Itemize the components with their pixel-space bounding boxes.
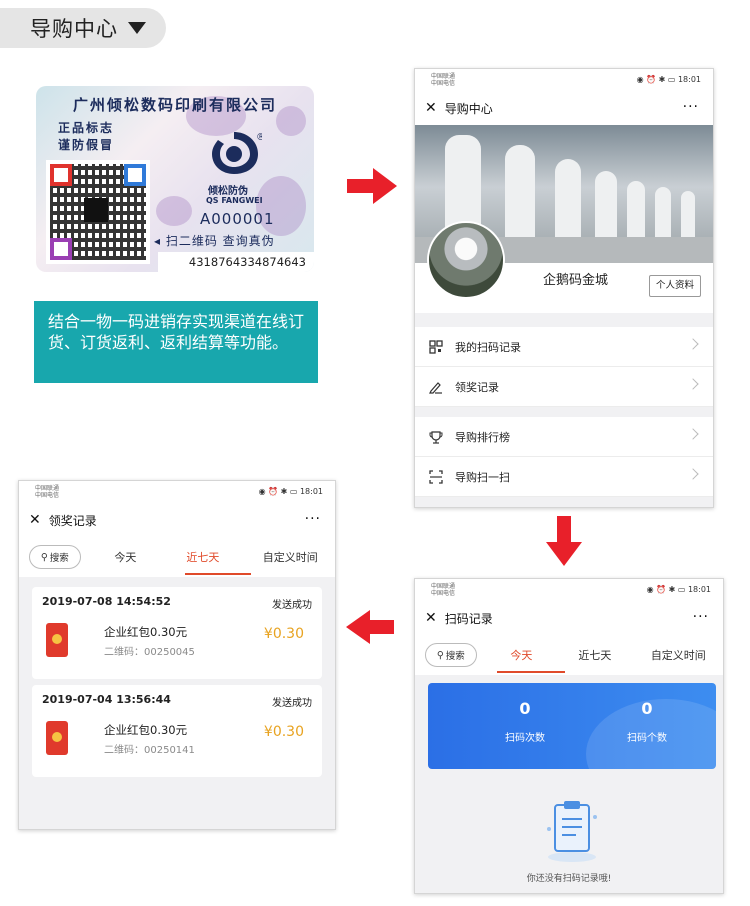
empty-state-text: 你还没有扫码记录哦! <box>526 874 612 884</box>
chevron-right-icon <box>687 428 699 440</box>
phone-screen-scan-records: 中国联通 中国电信 ◉ ⏰ ✱ ▭ 18:01 ✕ 扫码记录 ··· ⚲ 搜索 今天… <box>414 578 724 894</box>
scan-items-label: 扫码个数 <box>627 733 667 744</box>
close-icon[interactable]: ✕ <box>425 610 437 626</box>
scan-stats-card: 0 扫码次数 0 扫码个数 <box>428 683 716 769</box>
close-icon[interactable]: ✕ <box>425 100 437 116</box>
chevron-right-icon <box>687 338 699 350</box>
label-authentic: 正品标志 谨防假冒 <box>58 121 115 152</box>
qr-icon <box>429 339 443 354</box>
record-amount: ¥0.30 <box>263 626 304 642</box>
record-amount: ¥0.30 <box>263 724 304 740</box>
avatar[interactable] <box>427 221 505 299</box>
nav-bar: ✕ 扫码记录 ··· <box>415 601 723 635</box>
record-name: 企业红包0.30元 <box>104 625 188 639</box>
chevron-right-icon <box>687 378 699 390</box>
search-button[interactable]: ⚲ 搜索 <box>425 643 477 667</box>
record-name: 企业红包0.30元 <box>104 723 188 737</box>
nav-bar: ✕ 导购中心 ··· <box>415 91 713 125</box>
profile-button[interactable]: 个人资料 <box>649 275 701 297</box>
menu-item-scan[interactable]: 导购扫一扫 <box>415 457 713 497</box>
arrow-right-icon <box>347 168 397 204</box>
nav-bar: ✕ 领奖记录 ··· <box>19 503 335 537</box>
search-icon: ⚲ <box>436 649 444 661</box>
search-button[interactable]: ⚲ 搜索 <box>29 545 81 569</box>
active-tab-indicator <box>185 573 251 575</box>
section-title: 导购中心 <box>30 17 118 41</box>
brand-name-en: QS FANGWEI <box>206 196 263 205</box>
filter-tabs: ⚲ 搜索 今天 近七天 自定义时间 <box>415 635 723 675</box>
prize-record-card[interactable]: 2019-07-04 13:56:44 发送成功 企业红包0.30元 二维码：0… <box>32 685 322 777</box>
profile-section: 企鹅码金城 个人资料 <box>415 221 713 313</box>
pen-icon <box>429 380 443 394</box>
record-code: 二维码：00250141 <box>104 745 195 756</box>
status-bar: 中国联通 中国电信 ◉ ⏰ ✱ ▭ 18:01 <box>415 579 723 601</box>
tab-today[interactable]: 今天 <box>91 549 161 565</box>
arrow-left-icon <box>346 610 394 644</box>
feature-description: 结合一物一码进销存实现渠道在线订货、订货返利、返利结算等功能。 <box>34 301 318 383</box>
menu-item-prize-records[interactable]: 领奖记录 <box>415 367 713 407</box>
record-code: 二维码：00250045 <box>104 647 195 658</box>
trophy-icon <box>429 430 443 444</box>
nav-title: 扫码记录 <box>444 611 493 626</box>
svg-text:®: ® <box>256 132 262 143</box>
active-tab-indicator <box>497 671 565 673</box>
label-company: 广州倾松数码印刷有限公司 <box>72 96 277 114</box>
scan-count-label: 扫码次数 <box>505 733 545 744</box>
nav-title: 领奖记录 <box>48 513 97 528</box>
nav-title: 导购中心 <box>444 101 493 116</box>
tab-custom-time[interactable]: 自定义时间 <box>246 549 335 565</box>
section-header[interactable]: 导购中心 <box>0 8 166 48</box>
empty-clipboard-icon <box>547 801 597 862</box>
record-date: 2019-07-08 14:54:52 <box>42 595 171 608</box>
phone-screen-prize-records: 中国联通 中国电信 ◉ ⏰ ✱ ▭ 18:01 ✕ 领奖记录 ··· ⚲ 搜索 今天… <box>18 480 336 830</box>
scan-icon <box>429 469 443 484</box>
tab-today[interactable]: 今天 <box>487 647 557 663</box>
qr-code <box>46 160 150 264</box>
menu-item-leaderboard[interactable]: 导购排行榜 <box>415 417 713 457</box>
close-icon[interactable]: ✕ <box>29 512 41 528</box>
anti-counterfeit-label: 广州倾松数码印刷有限公司 正品标志 谨防假冒 ® 倾松防伪 QS FANGWEI… <box>36 86 314 272</box>
arrow-down-icon <box>546 516 582 566</box>
verification-code: 4318764334874643 <box>158 252 314 272</box>
scan-hint: ◂ 扫二维码 查询真伪 <box>154 234 275 248</box>
profile-name: 企鹅码金城 <box>543 273 609 288</box>
record-status: 发送成功 <box>272 600 312 611</box>
tab-last-seven-days[interactable]: 近七天 <box>160 549 245 565</box>
more-icon[interactable]: ··· <box>683 99 699 115</box>
record-status: 发送成功 <box>272 698 312 709</box>
serial-number: A000001 <box>200 210 275 228</box>
record-date: 2019-07-04 13:56:44 <box>42 693 171 706</box>
more-icon[interactable]: ··· <box>305 511 321 527</box>
search-icon: ⚲ <box>40 551 48 563</box>
prize-record-card[interactable]: 2019-07-08 14:54:52 发送成功 企业红包0.30元 二维码：0… <box>32 587 322 679</box>
more-icon[interactable]: ··· <box>693 609 709 625</box>
scan-count-value: 0 <box>519 699 531 718</box>
menu-item-scan-records[interactable]: 我的扫码记录 <box>415 327 713 367</box>
status-bar: 中国联通 中国电信 ◉ ⏰ ✱ ▭ 18:01 <box>19 481 335 503</box>
chevron-right-icon <box>687 468 699 480</box>
brand-name-cn: 倾松防伪 <box>208 186 248 197</box>
scan-items-value: 0 <box>641 699 653 718</box>
filter-tabs: ⚲ 搜索 今天 近七天 自定义时间 <box>19 537 335 577</box>
status-bar: 中国联通 中国电信 ◉ ⏰ ✱ ▭ 18:01 <box>415 69 713 91</box>
red-envelope-icon <box>46 721 68 755</box>
triangle-down-icon <box>128 22 146 34</box>
phone-screen-guide-center: 中国联通 中国电信 ◉ ⏰ ✱ ▭ 18:01 ✕ 导购中心 ··· 企鹅码金城 … <box>414 68 714 508</box>
red-envelope-icon <box>46 623 68 657</box>
tab-last-seven-days[interactable]: 近七天 <box>556 647 633 663</box>
tab-custom-time[interactable]: 自定义时间 <box>634 647 723 663</box>
qs-logo-icon: ® <box>212 132 262 174</box>
